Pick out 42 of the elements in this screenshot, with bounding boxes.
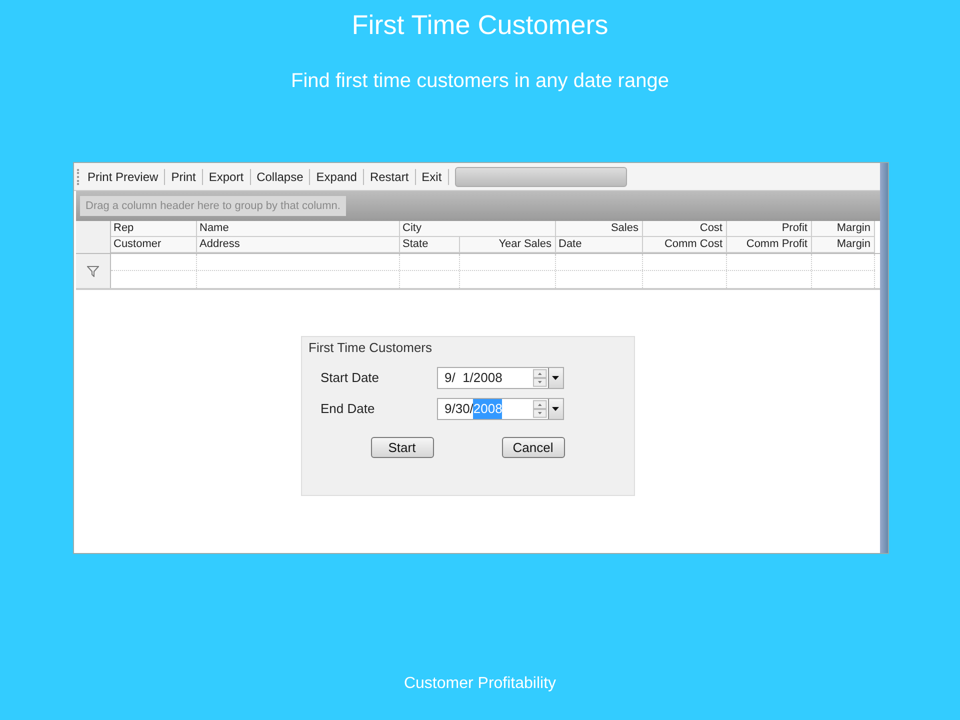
dialog-button[interactable]: Cancel [502,437,564,458]
toolbar-button[interactable]: Export [204,168,248,186]
column-header[interactable]: Margin [812,237,874,252]
column-header[interactable]: Profit [726,221,812,236]
column-header[interactable]: Rep [110,221,196,236]
column-header[interactable]: Margin [812,221,874,236]
spin-icon[interactable] [532,369,547,387]
spin-icon[interactable] [532,400,547,418]
column-header[interactable]: State [400,237,460,252]
toolbar-button[interactable]: Expand [312,168,361,186]
column-header[interactable]: Comm Cost [642,237,726,252]
field-label: End Date [320,400,376,418]
slide-subtitle: Find first time customers in any date range [291,69,669,94]
column-header[interactable]: Date [556,237,642,252]
column-header[interactable]: Sales [556,221,642,236]
date-picker[interactable]: 9/30/2008 [436,398,564,420]
filter-cell[interactable] [76,254,110,288]
toolbar-button[interactable]: Print [167,168,200,186]
date-value: 9/ 1/2008 [444,369,504,388]
column-header[interactable]: Year Sales [460,237,556,252]
toolbar-button[interactable]: Collapse [252,168,308,186]
group-hint: Drag a column header here to group by that column. [80,196,346,216]
slide-footer: Customer Profitability [404,672,556,696]
toolbar-button[interactable]: Exit [418,168,446,186]
toolbar-button[interactable]: Print Preview [84,168,162,186]
field-label: Start Date [320,369,380,388]
slide-title: First Time Customers [352,9,608,42]
column-header[interactable]: Comm Profit [726,237,812,252]
column-header[interactable]: City [400,221,556,236]
column-header[interactable]: Cost [642,221,726,236]
column-header[interactable]: Customer [110,237,196,252]
filter-icon[interactable] [86,266,98,276]
dropdown-button[interactable] [548,399,562,419]
date-value: 9/30/2008 [444,399,533,419]
dialog-button[interactable]: Start [370,437,434,458]
date-picker[interactable]: 9/ 1/2008 [436,367,564,389]
caret-icon [552,407,560,411]
column-header[interactable]: Address [196,237,400,252]
dropdown-button[interactable] [548,368,562,388]
column-header[interactable]: Name [196,221,400,236]
toolbar-button[interactable]: Restart [366,168,413,186]
caret-icon [552,376,560,380]
